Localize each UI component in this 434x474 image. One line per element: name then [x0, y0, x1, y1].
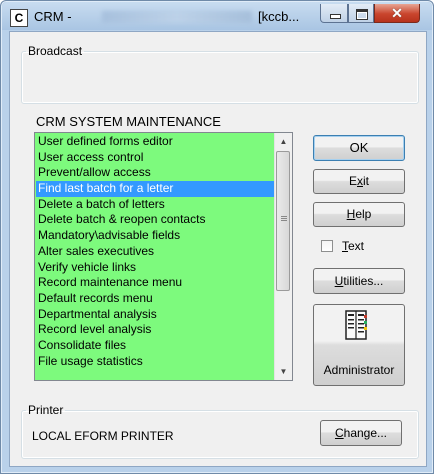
scroll-thumb[interactable]: [276, 151, 290, 291]
ledger-book-icon: [345, 310, 367, 340]
list-item[interactable]: Record level analysis: [36, 322, 274, 338]
list-item[interactable]: User access control: [36, 150, 274, 166]
maintenance-listbox[interactable]: User defined forms editor User access con…: [34, 132, 293, 381]
ok-button[interactable]: OK: [313, 135, 405, 161]
app-icon[interactable]: C: [10, 9, 28, 27]
utilities-button[interactable]: Utilities...: [313, 268, 405, 294]
minimize-icon: [330, 14, 341, 19]
help-button[interactable]: Help: [313, 202, 405, 227]
crm-window: C CRM - [kccb... ✕ Broadcast CRM SYSTEM …: [0, 0, 434, 474]
list-item[interactable]: Prevent/allow access: [36, 165, 274, 181]
text-checkbox-box[interactable]: [321, 240, 333, 252]
list-item[interactable]: Default records menu: [36, 291, 274, 307]
window-title-suffix: [kccb...: [258, 9, 300, 24]
administrator-button-label: Administrator: [323, 363, 395, 377]
window-title: CRM -: [34, 9, 72, 24]
list-item[interactable]: Consolidate files: [36, 338, 274, 354]
list-item[interactable]: Record maintenance menu: [36, 275, 274, 291]
close-button[interactable]: ✕: [374, 4, 420, 23]
list-item[interactable]: Mandatory\advisable fields: [36, 228, 274, 244]
ok-button-label: OK: [349, 140, 369, 155]
list-scrollbar[interactable]: ▲ ▼: [274, 133, 292, 380]
list-item[interactable]: Verify vehicle links: [36, 260, 274, 276]
list-item[interactable]: Delete a batch of letters: [36, 197, 274, 213]
title-redacted-text: [102, 11, 252, 23]
list-item[interactable]: File usage statistics: [36, 354, 274, 370]
administrator-button[interactable]: Administrator: [313, 304, 405, 386]
broadcast-group: Broadcast: [21, 44, 419, 104]
minimize-button[interactable]: [320, 4, 348, 23]
scroll-down-arrow-icon[interactable]: ▼: [275, 363, 292, 380]
list-item[interactable]: Delete batch & reopen contacts: [36, 212, 274, 228]
maximize-icon: [356, 9, 368, 20]
maintenance-title: CRM SYSTEM MAINTENANCE: [36, 114, 221, 129]
utilities-button-label: Utilities...: [334, 274, 384, 288]
change-button-label: Change...: [334, 426, 388, 440]
close-icon: ✕: [391, 5, 403, 21]
exit-button-label: Exit: [348, 174, 369, 188]
text-checkbox-label: Text: [342, 239, 365, 253]
broadcast-label: Broadcast: [28, 44, 83, 58]
scroll-grip-icon: [281, 216, 287, 217]
maintenance-list-items: User defined forms editor User access con…: [36, 134, 274, 369]
change-printer-button[interactable]: Change...: [320, 420, 402, 446]
dialog-client-area: Broadcast CRM SYSTEM MAINTENANCE User de…: [9, 31, 427, 467]
list-item[interactable]: Alter sales executives: [36, 244, 274, 260]
printer-name: LOCAL EFORM PRINTER: [32, 429, 174, 443]
help-button-label: Help: [346, 207, 372, 221]
list-item[interactable]: Departmental analysis: [36, 307, 274, 323]
maximize-button[interactable]: [348, 4, 374, 23]
list-item[interactable]: User defined forms editor: [36, 134, 274, 150]
exit-button[interactable]: Exit: [313, 169, 405, 194]
scroll-up-arrow-icon[interactable]: ▲: [275, 133, 292, 150]
text-checkbox[interactable]: Text: [321, 239, 381, 255]
printer-label: Printer: [28, 403, 64, 417]
list-item[interactable]: Find last batch for a letter: [36, 181, 274, 197]
title-bar[interactable]: C CRM - [kccb... ✕: [2, 2, 432, 30]
